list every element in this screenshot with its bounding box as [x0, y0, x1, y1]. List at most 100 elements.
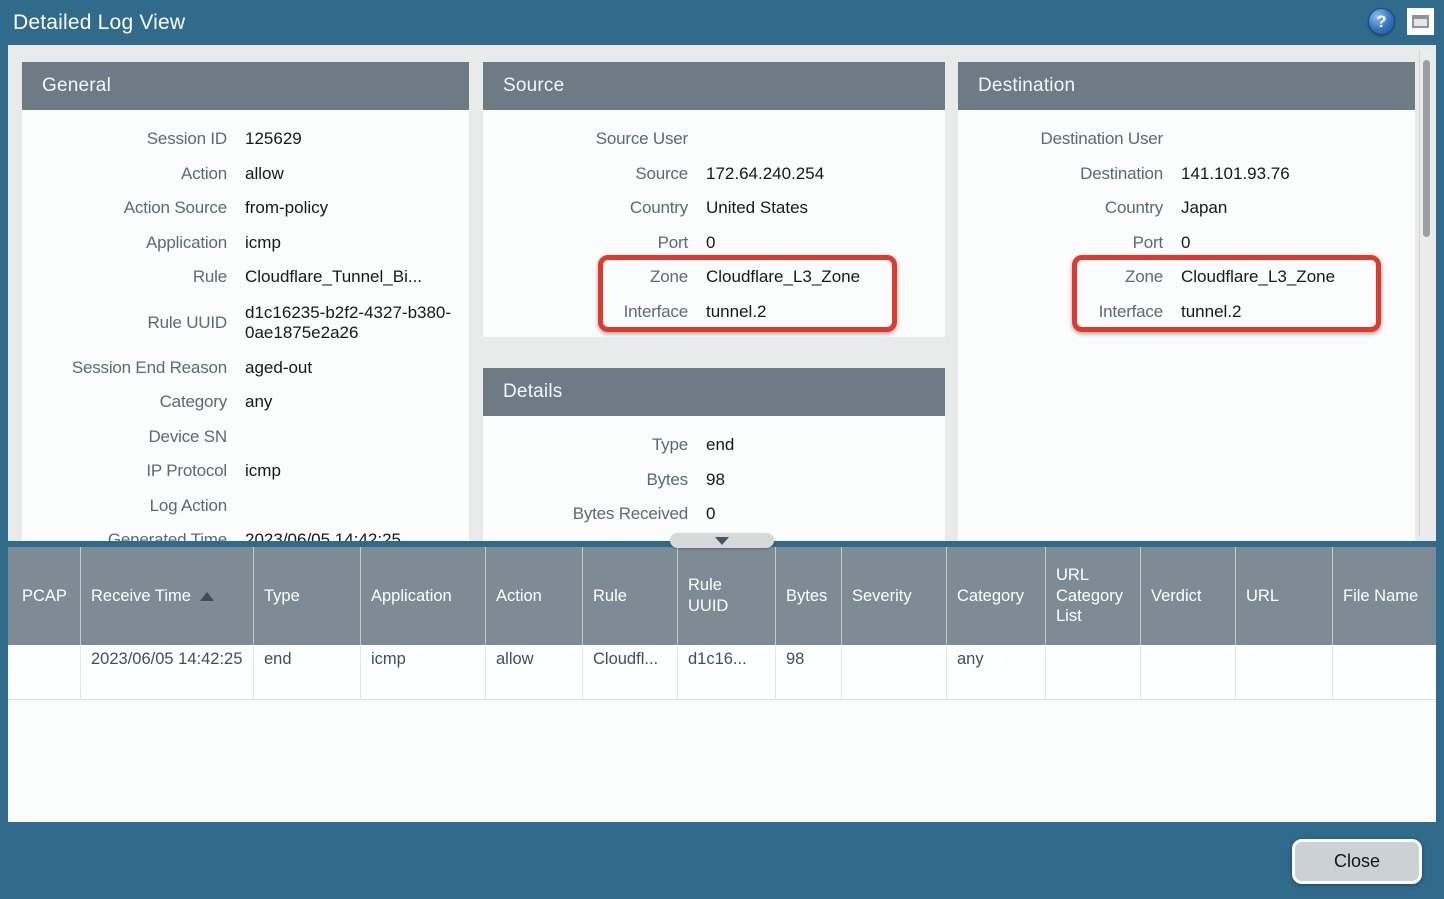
cell-rule: Cloudfl...	[582, 645, 677, 699]
field-label: Zone	[958, 267, 1163, 287]
field-label: Port	[958, 233, 1163, 253]
column-header-type[interactable]: Type	[253, 547, 360, 645]
field-value: 2023/06/05 14:42:25	[245, 530, 401, 541]
cell-severity	[841, 645, 946, 699]
column-header-url-category-list[interactable]: URL Category List	[1045, 547, 1140, 645]
field-row-session-id: Session ID 125629	[22, 122, 469, 157]
field-row-session-end-reason: Session End Reasonaged-out	[22, 351, 469, 386]
field-value: d1c16235-b2f2-4327-b380-0ae1875e2a26	[245, 303, 469, 342]
chevron-down-icon	[715, 537, 729, 545]
field-label: Application	[22, 233, 227, 253]
column-header-verdict[interactable]: Verdict	[1140, 547, 1235, 645]
field-row-bytes: Bytes98	[483, 463, 945, 498]
field-label: Destination User	[958, 129, 1163, 149]
field-label: Zone	[483, 267, 688, 287]
column-header-url[interactable]: URL	[1235, 547, 1332, 645]
field-label: Destination	[958, 164, 1163, 184]
close-button[interactable]: Close	[1292, 839, 1422, 884]
vertical-scrollbar[interactable]	[1419, 50, 1432, 536]
field-value: end	[706, 435, 734, 455]
field-row-source-user: Source User	[483, 122, 945, 157]
general-panel: General Session ID125629 Actionallow Act…	[22, 62, 469, 541]
field-row-destination-interface: Interface tunnel.2	[958, 295, 1415, 330]
field-value: 0	[706, 233, 715, 253]
log-table-section: PCAP Receive Time Type Application Actio…	[8, 547, 1436, 822]
field-value: any	[245, 392, 272, 412]
field-value: tunnel.2	[1181, 302, 1242, 322]
field-value: Japan	[1181, 198, 1227, 218]
column-header-severity[interactable]: Severity	[841, 547, 946, 645]
field-label: Generated Time	[22, 530, 227, 541]
field-label: Country	[483, 198, 688, 218]
field-label: Country	[958, 198, 1163, 218]
column-header-receive-time[interactable]: Receive Time	[80, 547, 253, 645]
field-label: Device SN	[22, 427, 227, 447]
collapse-handle[interactable]	[670, 533, 774, 548]
field-label: Interface	[483, 302, 688, 322]
field-label: Action	[22, 164, 227, 184]
field-row-destination-country: Country Japan	[958, 191, 1415, 226]
field-value: allow	[245, 164, 284, 184]
field-value: 125629	[245, 129, 302, 149]
source-panel: Source Source User Source172.64.240.254 …	[483, 62, 945, 337]
field-row-destination: Destination 141.101.93.76	[958, 157, 1415, 192]
column-header-application[interactable]: Application	[360, 547, 485, 645]
column-header-bytes[interactable]: Bytes	[775, 547, 841, 645]
cell-url-category-list	[1045, 645, 1140, 699]
source-panel-body: Source User Source172.64.240.254 Country…	[483, 110, 945, 329]
field-row-source-interface: Interfacetunnel.2	[483, 295, 945, 330]
log-detail-section: General Session ID125629 Actionallow Act…	[8, 45, 1436, 541]
source-panel-header: Source	[483, 62, 945, 110]
column-header-rule-uuid[interactable]: Rule UUID	[677, 547, 775, 645]
field-row-type: Typeend	[483, 428, 945, 463]
cell-verdict	[1140, 645, 1235, 699]
field-row-destination-user: Destination User	[958, 122, 1415, 157]
cell-file-name	[1332, 645, 1436, 699]
cell-rule-uuid: d1c16...	[677, 645, 775, 699]
field-row-rule: RuleCloudflare_Tunnel_Bi...	[22, 260, 469, 295]
field-value: Cloudflare_L3_Zone	[1181, 267, 1335, 287]
details-panel-header: Details	[483, 368, 945, 416]
details-panel: Details Typeend Bytes98 Bytes Received 0	[483, 368, 945, 541]
details-panel-body: Typeend Bytes98 Bytes Received 0	[483, 416, 945, 532]
field-row-device-sn: Device SN	[22, 420, 469, 455]
cell-receive-time: 2023/06/05 14:42:25	[80, 645, 253, 699]
field-row-action: Action allow	[22, 157, 469, 192]
window-restore-icon[interactable]	[1407, 8, 1434, 35]
field-value: 172.64.240.254	[706, 164, 824, 184]
field-label: Interface	[958, 302, 1163, 322]
field-value: Cloudflare_L3_Zone	[706, 267, 860, 287]
cell-application: icmp	[360, 645, 485, 699]
help-icon[interactable]: ?	[1368, 8, 1395, 35]
field-value: aged-out	[245, 358, 312, 378]
column-header-category[interactable]: Category	[946, 547, 1045, 645]
destination-panel-header: Destination	[958, 62, 1415, 110]
field-row-log-action: Log Action	[22, 489, 469, 524]
field-label: Bytes Received	[483, 504, 688, 524]
field-row-source-port: Port 0	[483, 226, 945, 261]
column-header-action[interactable]: Action	[485, 547, 582, 645]
table-row[interactable]: 2023/06/05 14:42:25 end icmp allow Cloud…	[8, 645, 1436, 700]
field-row-bytes-received: Bytes Received 0	[483, 497, 945, 532]
cell-bytes: 98	[775, 645, 841, 699]
column-header-pcap[interactable]: PCAP	[8, 547, 80, 645]
field-row-application: Applicationicmp	[22, 226, 469, 261]
field-row-action-source: Action Sourcefrom-policy	[22, 191, 469, 226]
cell-type: end	[253, 645, 360, 699]
field-label: IP Protocol	[22, 461, 227, 481]
titlebar: Detailed Log View ?	[0, 0, 1444, 45]
field-row-source-zone: Zone Cloudflare_L3_Zone	[483, 260, 945, 295]
field-label: Port	[483, 233, 688, 253]
field-label: Type	[483, 435, 688, 455]
field-value: 141.101.93.76	[1181, 164, 1290, 184]
field-value: icmp	[245, 461, 281, 481]
column-header-file-name[interactable]: File Name	[1332, 547, 1436, 645]
scrollbar-thumb[interactable]	[1423, 60, 1430, 237]
field-label: Category	[22, 392, 227, 412]
field-label: Rule UUID	[22, 313, 227, 333]
field-label: Session ID	[22, 129, 227, 149]
destination-panel: Destination Destination User Destination…	[958, 62, 1415, 541]
field-value: 0	[706, 504, 715, 524]
column-header-rule[interactable]: Rule	[582, 547, 677, 645]
log-table-header: PCAP Receive Time Type Application Actio…	[8, 547, 1436, 645]
